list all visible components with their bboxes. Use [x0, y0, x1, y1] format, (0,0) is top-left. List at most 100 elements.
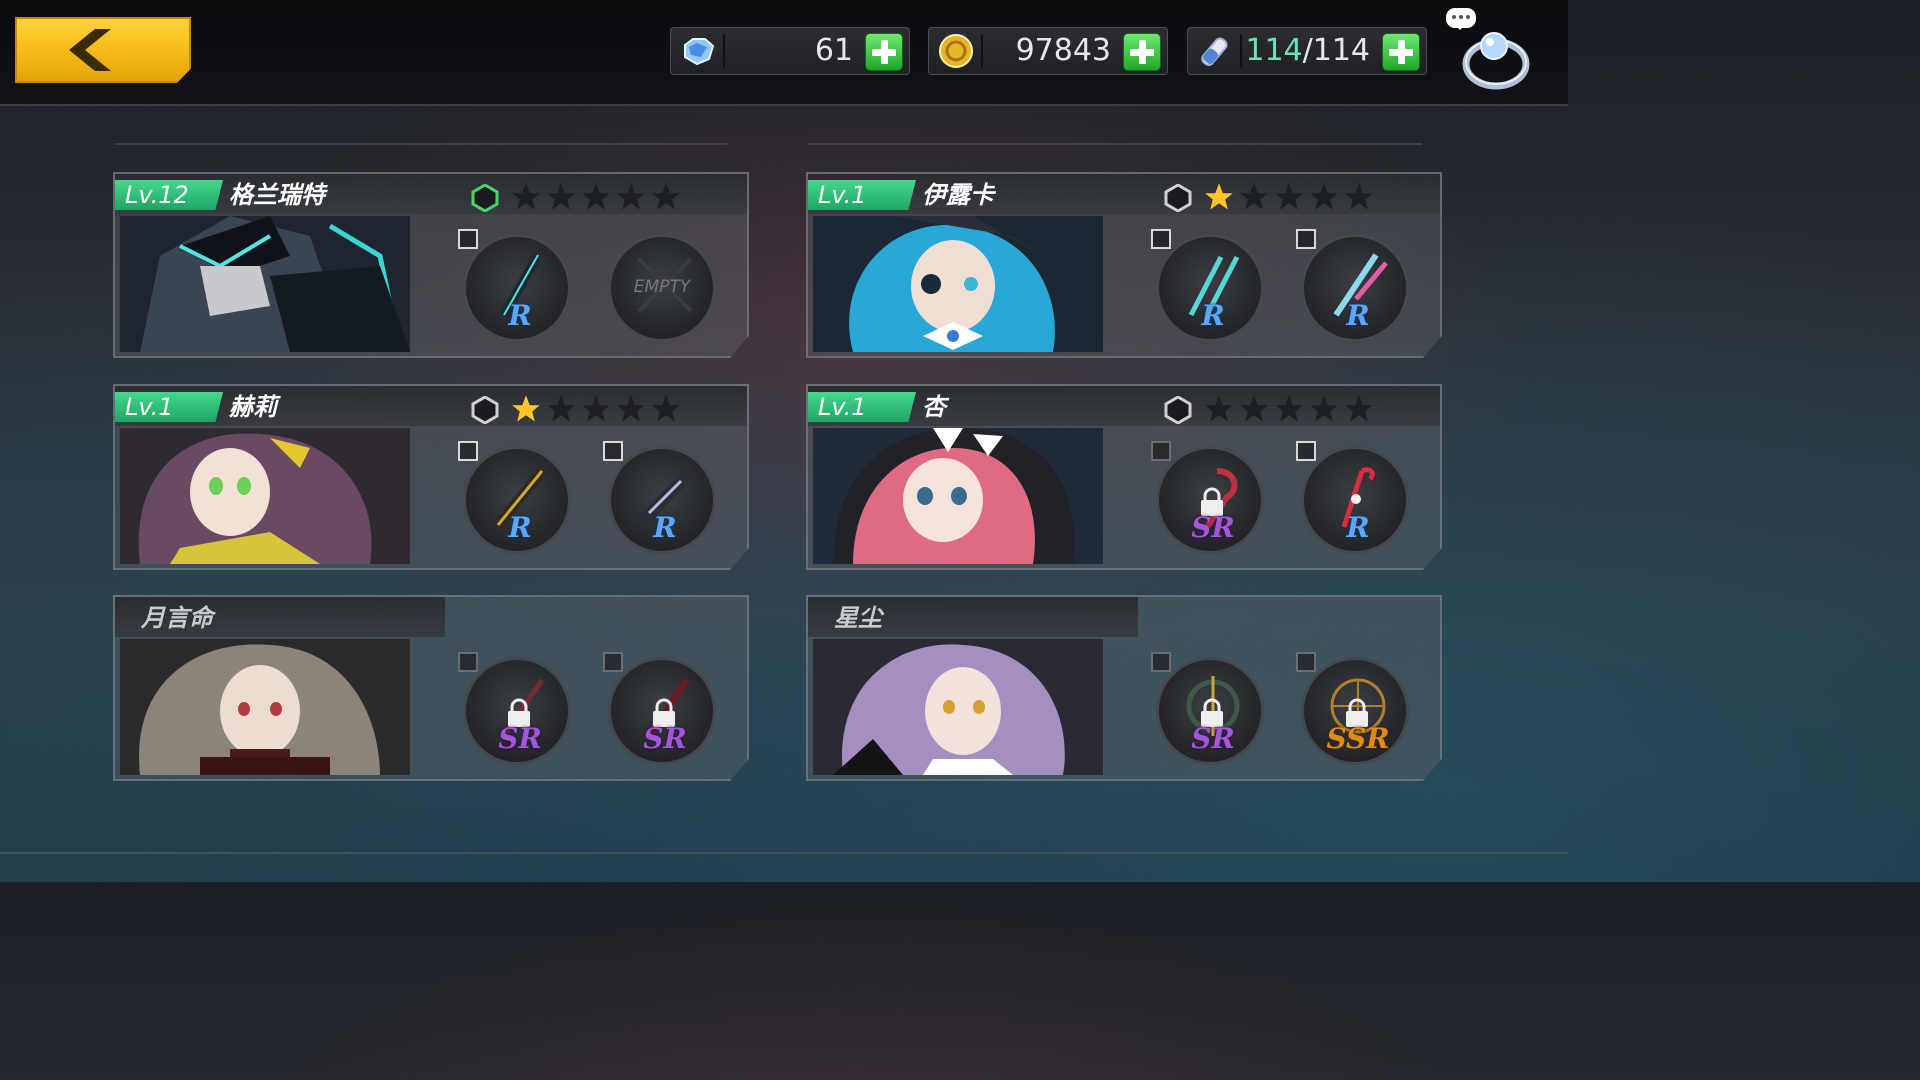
edit-icon — [1151, 652, 1171, 672]
character-card[interactable]: Lv.12 格兰瑞特 R EMPTY — [113, 172, 749, 358]
level-badge: Lv.12 — [115, 180, 223, 210]
star-icon — [652, 183, 680, 210]
weapon-slot-locked[interactable]: SR — [1151, 652, 1264, 765]
back-button[interactable] — [15, 17, 191, 83]
rarity-badge: SR — [1191, 722, 1235, 755]
character-card-locked[interactable]: 星尘 SR SSR — [806, 595, 1442, 781]
weapon-slot[interactable]: R — [1296, 229, 1409, 342]
edit-icon — [1151, 441, 1171, 461]
divider — [115, 143, 727, 145]
star-icon — [512, 183, 540, 210]
character-name: 杏 — [922, 393, 946, 421]
hexagon-icon — [471, 184, 499, 212]
star-rating — [511, 182, 681, 212]
rarity-badge: SR — [498, 722, 542, 755]
diamond-value: 61 — [814, 33, 853, 68]
character-name: 月言命 — [141, 604, 213, 632]
bottom-divider — [0, 852, 1568, 854]
star-icon — [1205, 395, 1233, 422]
star-icon — [1240, 395, 1268, 422]
character-name: 星尘 — [834, 604, 882, 632]
card-header: Lv.1 杏 — [808, 386, 1440, 426]
character-portrait — [120, 428, 410, 564]
character-portrait — [120, 639, 410, 775]
coin-value: 97843 — [1015, 33, 1111, 68]
star-icon — [547, 395, 575, 422]
edit-icon — [1296, 652, 1316, 672]
top-bar: 61 97843 114/114 — [0, 0, 1568, 106]
hexagon-icon — [471, 396, 499, 424]
character-card[interactable]: Lv.1 杏 SR R — [806, 384, 1442, 570]
star-rating — [1204, 394, 1374, 424]
level-badge: Lv.1 — [808, 180, 916, 210]
card-header: Lv.1 伊露卡 — [808, 174, 1440, 214]
coin-counter: 97843 — [928, 27, 1168, 75]
star-icon — [1240, 183, 1268, 210]
star-icon — [582, 395, 610, 422]
weapon-slot[interactable]: R — [603, 441, 716, 554]
edit-icon[interactable] — [458, 441, 478, 461]
character-name: 格兰瑞特 — [229, 181, 325, 209]
character-portrait — [813, 216, 1103, 352]
star-icon — [1205, 183, 1233, 210]
add-stamina-button[interactable] — [1382, 33, 1420, 71]
add-diamonds-button[interactable] — [865, 33, 903, 71]
star-rating — [1204, 182, 1374, 212]
weapon-slot[interactable]: R — [458, 229, 571, 342]
back-arrow-icon — [69, 29, 111, 71]
star-icon — [1275, 183, 1303, 210]
character-card[interactable]: Lv.1 伊露卡 R R — [806, 172, 1442, 358]
weapon-slot-locked[interactable]: SR — [603, 652, 716, 765]
weapon-slot-empty[interactable]: EMPTY — [608, 234, 716, 342]
weapon-slot[interactable]: R — [458, 441, 571, 554]
add-coins-button[interactable] — [1123, 33, 1161, 71]
character-card[interactable]: Lv.1 赫莉 R R — [113, 384, 749, 570]
character-portrait — [813, 639, 1103, 775]
rarity-badge: R — [1346, 299, 1370, 332]
rarity-badge: R — [508, 299, 532, 332]
character-portrait — [813, 428, 1103, 564]
hexagon-icon — [1164, 184, 1192, 212]
edit-icon[interactable] — [1296, 229, 1316, 249]
star-icon — [547, 183, 575, 210]
character-card-locked[interactable]: 月言命 SR SR — [113, 595, 749, 781]
edit-icon[interactable] — [1151, 229, 1171, 249]
edit-icon — [603, 652, 623, 672]
star-icon — [512, 395, 540, 422]
star-rating — [511, 394, 681, 424]
edit-icon[interactable] — [603, 441, 623, 461]
stamina-icon — [1192, 31, 1238, 71]
star-icon — [1345, 395, 1373, 422]
character-name: 赫莉 — [229, 393, 277, 421]
rarity-badge: SSR — [1326, 722, 1390, 755]
hexagon-icon — [1164, 396, 1192, 424]
star-icon — [1275, 395, 1303, 422]
weapon-slot-locked[interactable]: SSR — [1296, 652, 1409, 765]
divider — [808, 143, 1422, 145]
level-badge: Lv.1 — [115, 392, 223, 422]
edit-icon[interactable] — [1296, 441, 1316, 461]
diamond-icon — [675, 31, 721, 71]
star-icon — [1310, 395, 1338, 422]
edit-icon — [458, 652, 478, 672]
level-badge: Lv.1 — [808, 392, 916, 422]
star-icon — [582, 183, 610, 210]
rarity-badge: R — [1201, 299, 1225, 332]
diamond-counter: 61 — [670, 27, 910, 75]
weapon-slot-locked[interactable]: SR — [1151, 441, 1264, 554]
character-portrait — [120, 216, 410, 352]
star-icon — [652, 395, 680, 422]
star-icon — [617, 183, 645, 210]
card-header: 月言命 — [115, 597, 445, 637]
weapon-slot[interactable]: R — [1296, 441, 1409, 554]
star-icon — [1345, 183, 1373, 210]
chat-bubble-icon[interactable] — [1446, 8, 1476, 30]
edit-icon[interactable] — [458, 229, 478, 249]
weapon-slot[interactable]: R — [1151, 229, 1264, 342]
star-icon — [617, 395, 645, 422]
rarity-badge: R — [1346, 511, 1370, 544]
card-header: Lv.12 格兰瑞特 — [115, 174, 747, 214]
empty-label: EMPTY — [633, 277, 691, 297]
rarity-badge: SR — [1191, 511, 1235, 544]
weapon-slot-locked[interactable]: SR — [458, 652, 571, 765]
